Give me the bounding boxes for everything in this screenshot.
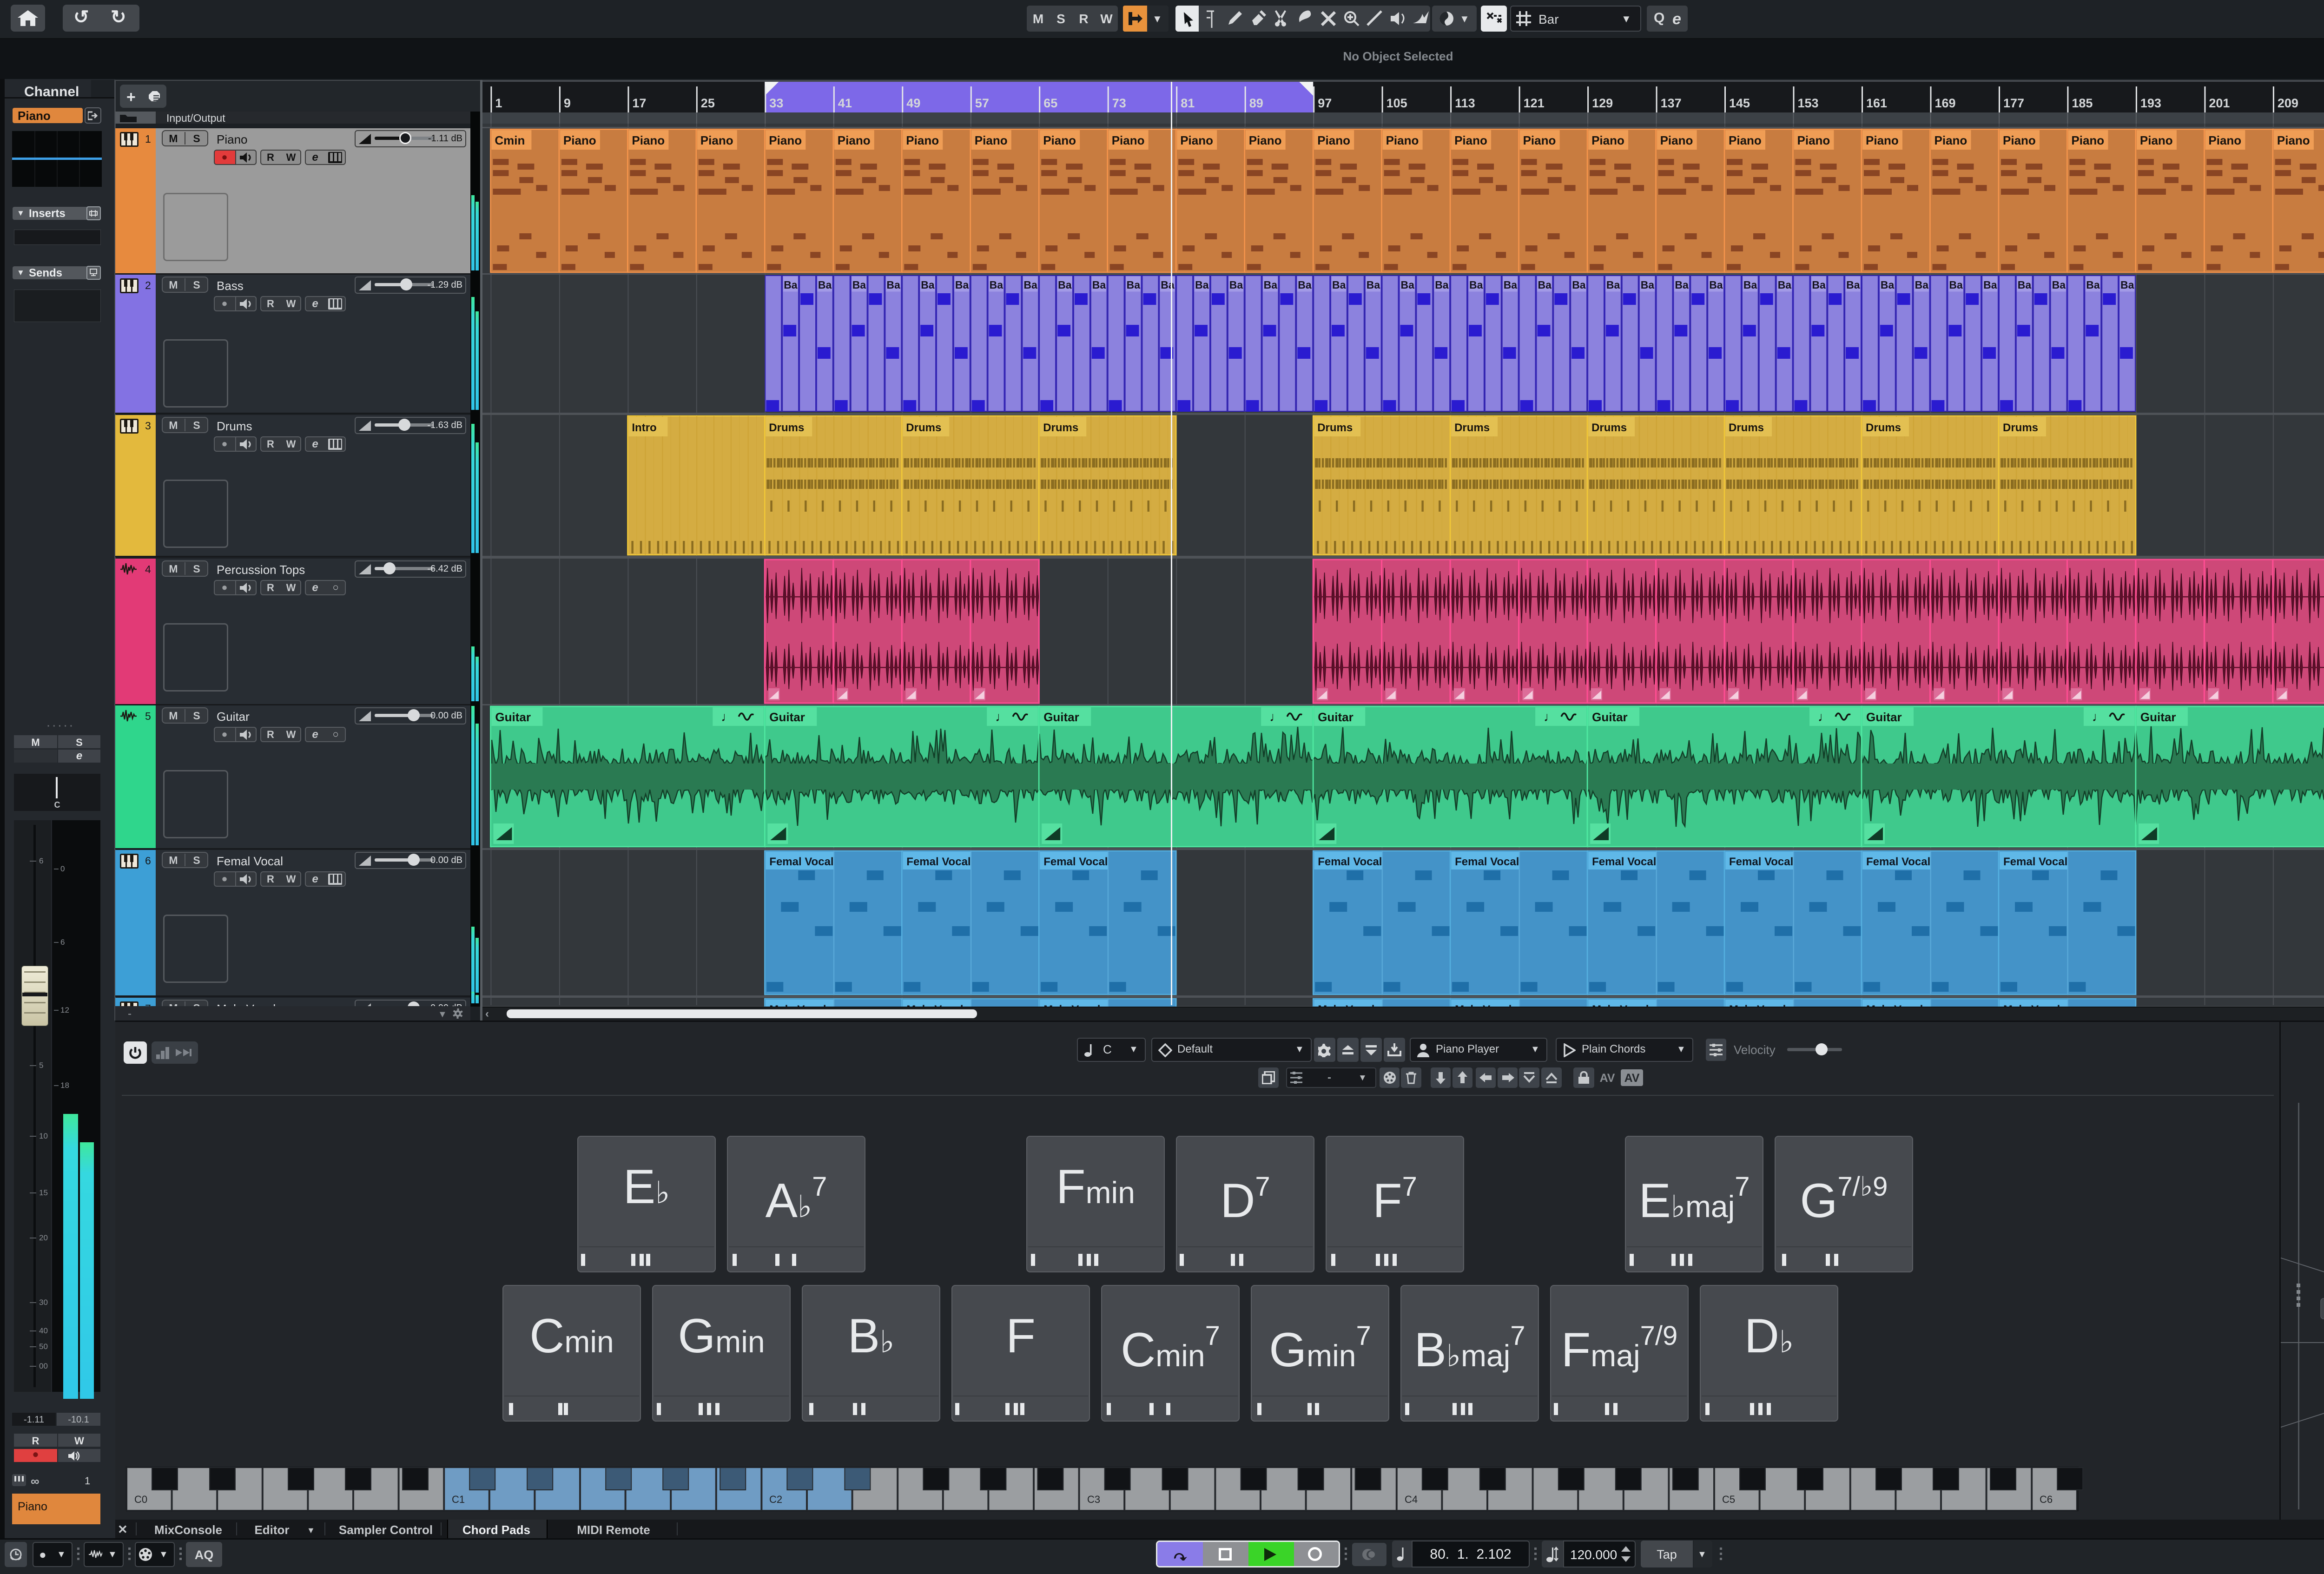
svg-text:C5: C5 <box>1722 1494 1735 1505</box>
svg-text:C0: C0 <box>134 1494 147 1505</box>
svg-text:C4: C4 <box>1405 1494 1418 1505</box>
svg-text:C3: C3 <box>1087 1494 1100 1505</box>
svg-text:C6: C6 <box>2040 1494 2053 1505</box>
svg-text:C2: C2 <box>769 1494 782 1505</box>
svg-text:C1: C1 <box>452 1494 465 1505</box>
